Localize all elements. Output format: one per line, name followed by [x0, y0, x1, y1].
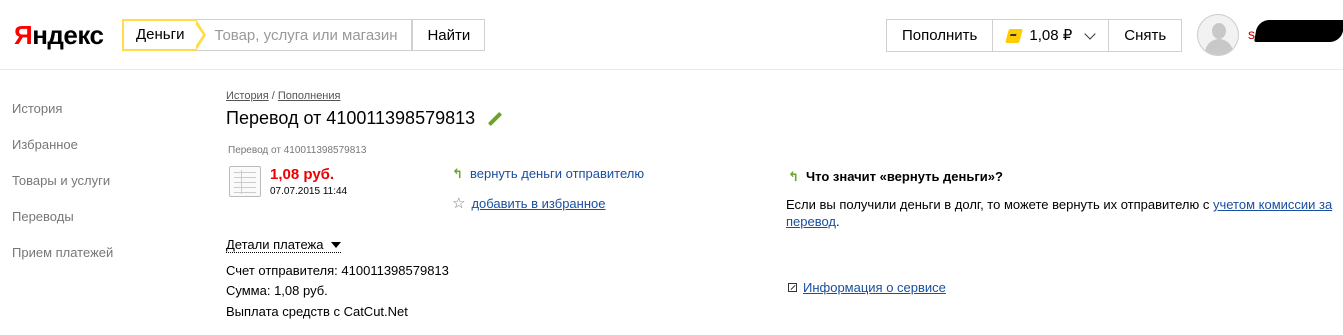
avatar[interactable]: [1197, 14, 1239, 56]
wallet-bar: Пополнить 1,08 ₽ Снять: [886, 19, 1183, 52]
page-title-text: Перевод от 410011398579813: [226, 108, 476, 128]
payment-details-toggle[interactable]: Детали платежа: [226, 237, 341, 253]
logo-letter: Я: [14, 20, 33, 50]
help-text-body: Если вы получили деньги в долг, то может…: [786, 197, 1213, 212]
breadcrumb-history[interactable]: История: [226, 90, 269, 102]
breadcrumb-separator: /: [268, 90, 278, 102]
detail-sender-account: Счет отправителя: 410011398579813: [226, 263, 449, 278]
return-money-link[interactable]: ↰ вернуть деньги отправителю: [452, 166, 644, 181]
pencil-icon[interactable]: [488, 111, 503, 126]
breadcrumb: История / Пополнения: [226, 90, 341, 102]
tab-arrow-shape: [194, 19, 207, 51]
return-arrow-icon: ↰: [788, 168, 799, 184]
transfer-subtitle: Перевод от 410011398579813: [228, 145, 367, 156]
search-service-tab[interactable]: Деньги: [122, 19, 207, 51]
triangle-down-icon: [330, 241, 341, 248]
external-link-icon: [788, 283, 797, 292]
search-input[interactable]: [196, 19, 413, 51]
redaction-mark: [1254, 20, 1343, 42]
sidebar-item-history[interactable]: История: [12, 100, 113, 136]
balance-dropdown[interactable]: 1,08 ₽: [993, 20, 1110, 51]
page-title: Перевод от 410011398579813: [226, 108, 503, 129]
header: Яндекс Деньги Найти Пополнить 1,08 ₽ Сня…: [0, 0, 1343, 70]
topup-button[interactable]: Пополнить: [887, 20, 994, 51]
add-to-favorites-label: добавить в избранное: [471, 196, 606, 211]
breadcrumb-topups[interactable]: Пополнения: [278, 90, 341, 102]
search-service-label: Деньги: [136, 26, 185, 43]
transfer-amount: 1,08 руб.: [270, 166, 335, 183]
return-arrow-icon: ↰: [452, 165, 463, 181]
help-title: ↰ Что значит «вернуть деньги»?: [788, 169, 1003, 184]
withdraw-button[interactable]: Снять: [1109, 20, 1181, 51]
sidebar-item-goods-services[interactable]: Товары и услуги: [12, 172, 113, 208]
search-button[interactable]: Найти: [412, 19, 486, 51]
service-info-link[interactable]: Информация о сервисе: [788, 280, 946, 295]
logo-text: ндекс: [32, 20, 104, 50]
help-text-end: .: [836, 214, 840, 229]
add-to-favorites-link[interactable]: ☆ добавить в избранное: [452, 194, 606, 212]
chevron-down-icon: [1084, 27, 1096, 40]
balance-value: 1,08 ₽: [1029, 27, 1073, 44]
avatar-body-shape: [1205, 39, 1233, 55]
receipt-icon: [229, 166, 261, 197]
sidebar-item-transfers[interactable]: Переводы: [12, 208, 113, 244]
sidebar-item-favorites[interactable]: Избранное: [12, 136, 113, 172]
avatar-head-shape: [1212, 23, 1226, 39]
search-bar: Деньги Найти: [122, 19, 486, 51]
star-icon: ☆: [452, 194, 466, 212]
sidebar: История Избранное Товары и услуги Перево…: [12, 100, 113, 280]
return-money-label: вернуть деньги отправителю: [470, 166, 645, 181]
yandex-logo[interactable]: Яндекс: [14, 20, 104, 50]
transfer-datetime: 07.07.2015 11:44: [270, 186, 348, 197]
help-title-text: Что значит «вернуть деньги»?: [806, 169, 1003, 184]
detail-sum: Сумма: 1,08 руб.: [226, 283, 328, 298]
sidebar-item-payments[interactable]: Прием платежей: [12, 244, 113, 280]
detail-purpose: Выплата средств с CatCut.Net: [226, 304, 408, 319]
wallet-icon: [1005, 28, 1024, 43]
service-info-label: Информация о сервисе: [803, 280, 946, 295]
help-text: Если вы получили деньги в долг, то может…: [786, 196, 1336, 230]
payment-details-label: Детали платежа: [226, 237, 324, 252]
